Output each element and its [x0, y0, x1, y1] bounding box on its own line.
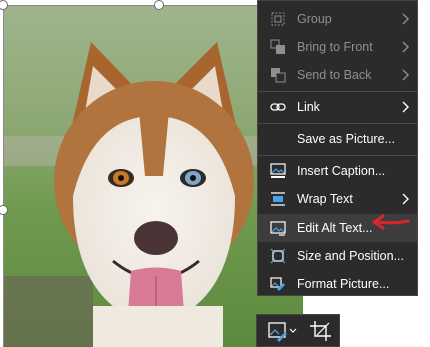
menu-item-group[interactable]: Group — [258, 5, 417, 33]
chevron-right-icon — [401, 68, 410, 82]
context-menu: Group Bring to Front Send to Back Link S… — [257, 0, 418, 296]
menu-item-send-to-back[interactable]: Send to Back — [258, 61, 417, 89]
menu-separator — [258, 91, 417, 92]
menu-item-wrap-text[interactable]: Wrap Text — [258, 185, 417, 213]
chevron-right-icon — [401, 192, 410, 206]
menu-item-label: Group — [297, 12, 332, 26]
send-to-back-icon — [270, 67, 286, 83]
menu-item-size-and-position[interactable]: Size and Position... — [258, 242, 417, 270]
selection-border-left — [3, 5, 4, 347]
menu-item-label: Link — [297, 100, 320, 114]
chevron-right-icon — [401, 40, 410, 54]
edit-alt-text-icon — [270, 220, 286, 236]
chevron-right-icon — [401, 12, 410, 26]
menu-separator — [258, 123, 417, 124]
wrap-text-icon — [270, 191, 286, 207]
link-icon — [270, 99, 286, 115]
menu-item-insert-caption[interactable]: Insert Caption... — [258, 157, 417, 185]
size-and-position-icon — [270, 248, 286, 264]
menu-separator — [258, 155, 417, 156]
style-icon[interactable] — [267, 320, 297, 342]
crop-icon[interactable] — [309, 320, 333, 342]
bring-to-front-icon — [270, 39, 286, 55]
format-picture-icon — [270, 276, 286, 292]
menu-item-label: Format Picture... — [297, 277, 390, 291]
menu-item-label: Size and Position... — [297, 249, 405, 263]
selection-border-top — [3, 5, 257, 6]
menu-item-label: Save as Picture... — [297, 132, 395, 146]
menu-item-format-picture[interactable]: Format Picture... — [258, 270, 417, 298]
menu-item-bring-to-front[interactable]: Bring to Front — [258, 33, 417, 61]
menu-item-link[interactable]: Link — [258, 93, 417, 121]
menu-item-label: Send to Back — [297, 68, 372, 82]
menu-item-label: Bring to Front — [297, 40, 373, 54]
menu-item-label: Edit Alt Text... — [297, 221, 373, 235]
picture-mini-toolbar — [256, 314, 340, 347]
insert-caption-icon — [270, 163, 286, 179]
group-icon — [270, 11, 286, 27]
menu-item-label: Wrap Text — [297, 192, 353, 206]
menu-item-label: Insert Caption... — [297, 164, 386, 178]
chevron-right-icon — [401, 100, 410, 114]
menu-item-save-as-picture[interactable]: Save as Picture... — [258, 125, 417, 153]
red-arrow-annotation — [372, 214, 410, 230]
resize-handle-top-middle[interactable] — [154, 0, 164, 10]
